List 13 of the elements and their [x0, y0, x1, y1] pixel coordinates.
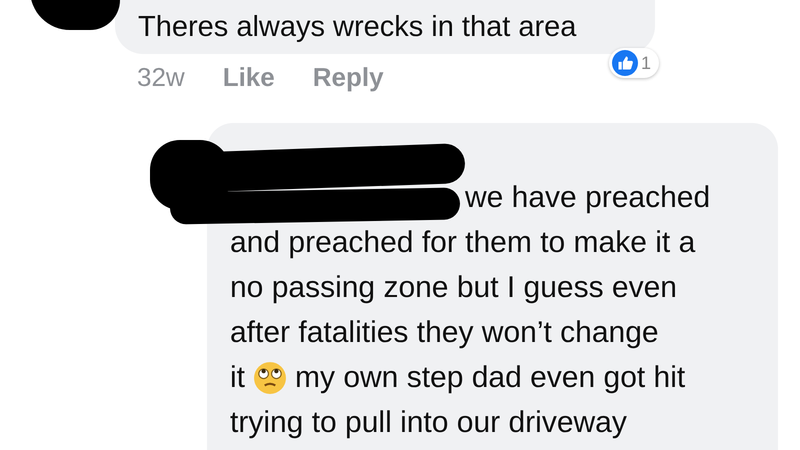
comment-text-line: no passing zone but I guess even	[230, 270, 678, 306]
comment-action-link[interactable]: Reply	[312, 62, 384, 93]
comment-time: 32w	[137, 62, 185, 93]
eye-roll-emoji-icon	[253, 360, 287, 394]
comment-text-line: it	[230, 360, 245, 396]
comment-text-line: my own step dad even got hit	[295, 360, 686, 396]
comment-action-link[interactable]: Like	[222, 62, 275, 93]
comment-text-line: and preached for them to make it a	[230, 225, 696, 261]
comment-text-line: after fatalities they won’t change	[230, 315, 660, 351]
reaction-count: 1	[640, 52, 651, 74]
comment-text-line: trying to pull into our driveway	[230, 405, 628, 441]
comment-text-line: we have preached	[465, 180, 710, 216]
comment-text: Theres always wrecks in that area	[138, 10, 576, 44]
